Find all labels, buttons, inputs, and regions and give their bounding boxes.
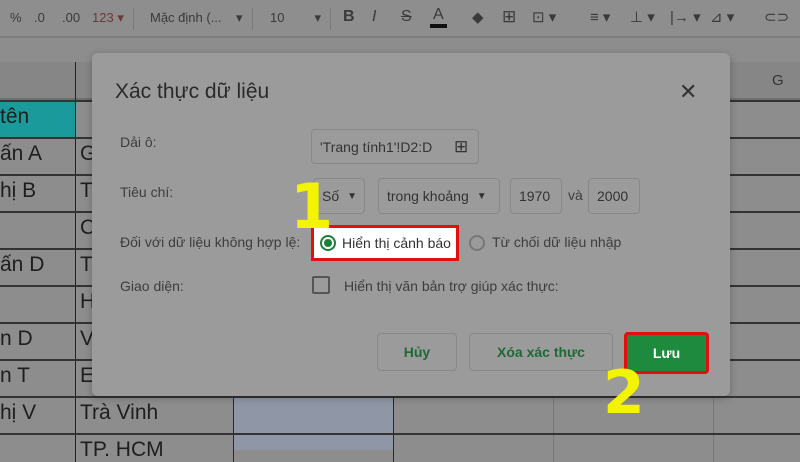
text-color-button[interactable]: A — [430, 6, 447, 28]
column-header-g[interactable]: G — [772, 72, 784, 89]
align-icon[interactable]: ≡ ▾ — [590, 8, 610, 26]
cell-name[interactable]: hị V — [0, 401, 36, 425]
link-icon[interactable]: ⊂⊃ — [764, 8, 789, 26]
range-label: Dải ô: — [120, 134, 157, 150]
max-value-input[interactable]: 2000 — [588, 178, 640, 214]
help-text-checkbox[interactable] — [312, 276, 330, 294]
cell-name[interactable]: n D — [0, 327, 33, 351]
criteria-operator-value: trong khoảng — [387, 188, 469, 204]
invalid-data-label: Đối với dữ liệu không hợp lệ: — [120, 234, 301, 250]
format-menu[interactable]: 123 ▾ — [92, 10, 124, 26]
help-text-label: Hiển thị văn bản trợ giúp xác thực: — [344, 278, 559, 294]
divider — [133, 8, 134, 30]
row-divider — [0, 433, 800, 435]
vertical-align-icon[interactable]: ⊥ ▾ — [630, 8, 655, 26]
merge-cells-icon[interactable]: ⊡ ▾ — [532, 8, 556, 26]
text-wrap-icon[interactable]: |→ ▾ — [670, 8, 701, 26]
bold-button[interactable]: B — [343, 8, 355, 26]
font-label: Mặc định (... — [150, 10, 222, 25]
warning-option-label: Hiển thị cảnh báo — [342, 235, 451, 251]
cell-name[interactable]: ấn D — [0, 253, 44, 277]
appearance-label: Giao diện: — [120, 278, 184, 294]
cell-province[interactable]: Trà Vinh — [80, 401, 158, 425]
fill-color-icon[interactable]: ◆ — [472, 8, 484, 26]
cell-name[interactable]: hị B — [0, 179, 36, 203]
selected-range — [234, 396, 393, 450]
select-range-icon[interactable]: ⊞ — [454, 137, 468, 157]
cell-name[interactable]: ấn A — [0, 142, 42, 166]
dialog-title: Xác thực dữ liệu — [115, 80, 270, 103]
min-value-input[interactable]: 1970 — [510, 178, 562, 214]
divider — [330, 8, 331, 30]
reject-radio[interactable] — [469, 235, 485, 251]
font-size-label: 10 — [270, 10, 285, 25]
close-icon[interactable]: ✕ — [679, 79, 697, 105]
cell-name[interactable]: tên — [0, 105, 29, 129]
remove-validation-button[interactable]: Xóa xác thực — [469, 333, 613, 371]
range-value: 'Trang tính1'!D2:D — [320, 138, 433, 155]
step-1-marker: 1 — [290, 170, 334, 243]
cell-province[interactable]: T — [80, 179, 93, 203]
data-validation-dialog: Xác thực dữ liệu ✕ Dải ô: 'Trang tính1'!… — [92, 53, 730, 396]
borders-icon[interactable]: ⊞ — [502, 7, 516, 27]
font-size-select[interactable]: 10 ▾ — [270, 10, 321, 26]
min-value: 1970 — [519, 188, 551, 204]
and-label: và — [568, 187, 583, 203]
cancel-button[interactable]: Hủy — [377, 333, 457, 371]
toolbar: % .0 .00 123 ▾ Mặc định (... ▾ 10 ▾ B I S… — [0, 0, 800, 38]
italic-button[interactable]: I — [372, 8, 376, 26]
column-divider — [75, 62, 76, 462]
range-input[interactable]: 'Trang tính1'!D2:D ⊞ — [311, 129, 479, 164]
max-value: 2000 — [597, 188, 629, 204]
criteria-label: Tiêu chí: — [120, 184, 174, 200]
decrease-decimal-button[interactable]: .0 — [34, 10, 45, 25]
cell-province[interactable]: T — [80, 253, 93, 277]
text-rotate-icon[interactable]: ⊿ ▾ — [710, 8, 734, 26]
cell-province[interactable]: TP. HCM — [80, 438, 164, 462]
increase-decimal-button[interactable]: .00 — [62, 10, 80, 25]
format-label: 123 — [92, 10, 114, 25]
cell-name[interactable]: n T — [0, 364, 30, 388]
strikethrough-button[interactable]: S — [401, 8, 412, 26]
font-select[interactable]: Mặc định (... ▾ — [150, 10, 243, 26]
step-2-marker: 2 — [603, 358, 645, 428]
percent-button[interactable]: % — [10, 10, 22, 25]
criteria-operator-select[interactable]: trong khoảng ▼ — [378, 178, 500, 214]
reject-option-label: Từ chối dữ liệu nhập — [492, 234, 622, 250]
divider — [252, 8, 253, 30]
row-divider — [0, 396, 800, 398]
warning-option-highlight[interactable]: Hiển thị cảnh báo — [311, 225, 459, 261]
